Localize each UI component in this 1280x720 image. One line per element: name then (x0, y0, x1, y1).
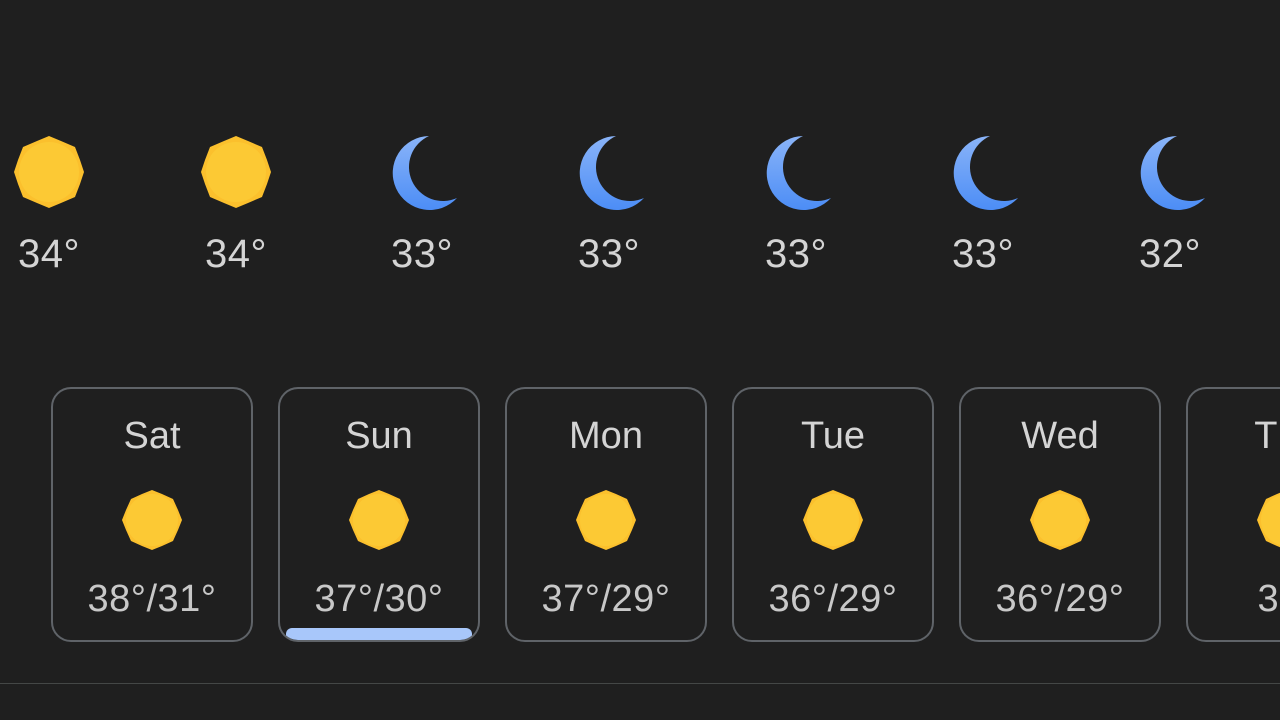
day-card-thu[interactable]: Thu 36° (1186, 387, 1280, 642)
day-name: Wed (1021, 415, 1099, 457)
sun-icon (576, 490, 636, 550)
hourly-temp: 32° (1139, 232, 1201, 276)
temp-range: 37°/29° (541, 578, 671, 620)
day-card-sat[interactable]: Sat 38°/31° (51, 387, 253, 642)
moon-icon (579, 136, 644, 210)
sun-icon (201, 136, 271, 208)
hourly-item: 34° (181, 132, 291, 277)
day-name: Sat (123, 415, 181, 457)
selected-indicator (286, 628, 472, 640)
hourly-temp: 34° (18, 232, 80, 276)
temp-range: 38°/31° (87, 578, 217, 620)
day-card-tue[interactable]: Tue 36°/29° (732, 387, 934, 642)
hourly-item: 33° (741, 132, 851, 277)
hourly-item: 32° (1115, 132, 1225, 277)
moon-icon (392, 136, 457, 210)
day-name: Tue (800, 415, 866, 457)
hourly-temp: 33° (952, 232, 1014, 276)
hourly-temp: 33° (765, 232, 827, 276)
hourly-temp: 34° (205, 232, 267, 276)
sun-icon (349, 490, 409, 550)
moon-icon (1140, 136, 1205, 210)
day-name: Thu (1254, 415, 1280, 457)
day-card-mon[interactable]: Mon 37°/29° (505, 387, 707, 642)
sun-icon (803, 490, 863, 550)
sun-icon (1030, 490, 1090, 550)
temp-range: 37°/30° (314, 578, 444, 620)
hourly-item: 33° (554, 132, 664, 277)
day-name: Sun (345, 415, 413, 457)
hourly-temp: 33° (391, 232, 453, 276)
divider (0, 683, 1280, 684)
moon-icon (766, 136, 831, 210)
temp-range: 36°/29° (768, 578, 898, 620)
temp-range: 36°/29° (995, 578, 1125, 620)
moon-icon (953, 136, 1018, 210)
day-card-wed[interactable]: Wed 36°/29° (959, 387, 1161, 642)
day-name: Mon (569, 415, 643, 457)
hourly-temp: 33° (578, 232, 640, 276)
sun-icon (14, 136, 84, 208)
hourly-item: 34° (0, 132, 104, 277)
hourly-item: 33° (928, 132, 1038, 277)
sun-icon (1257, 492, 1280, 548)
weather-forecast: 34° 34° 33° 33° 33° 33° 32° Sat 38°/31° … (0, 0, 1280, 720)
sun-icon (122, 490, 182, 550)
hourly-item: 33° (367, 132, 477, 277)
temp-range: 36° (1257, 578, 1280, 620)
day-card-sun[interactable]: Sun 37°/30° (278, 387, 480, 642)
